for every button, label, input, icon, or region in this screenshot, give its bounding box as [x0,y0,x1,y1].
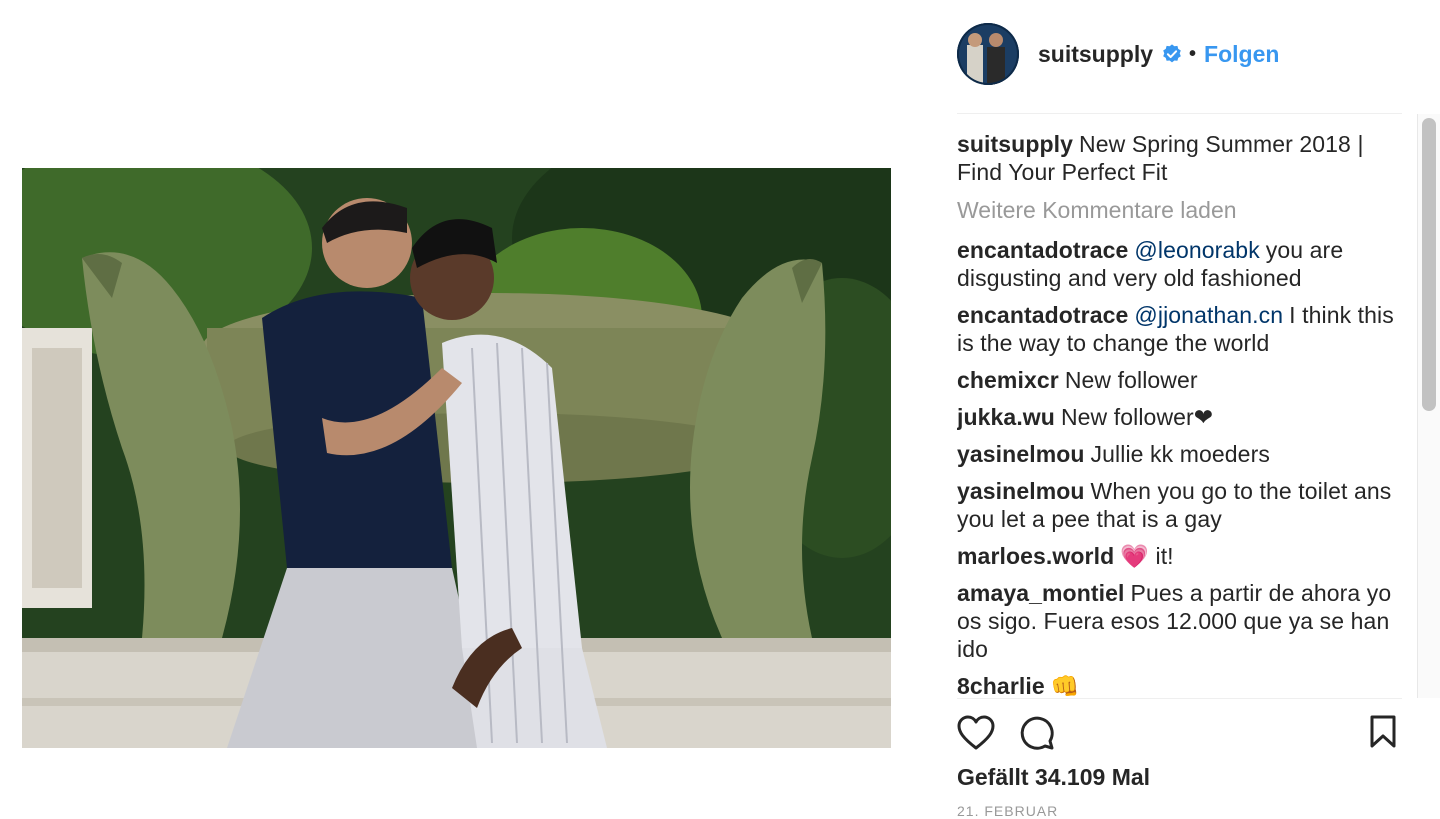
follow-button[interactable]: Folgen [1204,41,1279,68]
post-actions [957,714,1402,756]
header-separator: • [1189,42,1197,65]
post-header: suitsupply • Folgen [957,22,1402,86]
verified-badge-icon [1161,43,1183,65]
header-username[interactable]: suitsupply [1038,41,1153,68]
comment-item: 8charlie 👊 [957,672,1397,698]
comment-username[interactable]: encantadotrace [957,302,1128,328]
comment-mention[interactable]: @jjonathan.cn [1134,302,1283,328]
post-photo[interactable] [22,168,891,748]
avatar[interactable] [957,23,1019,85]
comment-item: chemixcr New follower [957,366,1397,394]
comment-text: 💗 it! [1120,543,1174,569]
comment-bubble-icon[interactable] [1019,715,1055,756]
comment-username[interactable]: encantadotrace [957,237,1128,263]
caption-username[interactable]: suitsupply [957,131,1073,157]
comment-username[interactable]: yasinelmou [957,441,1085,467]
comment-username[interactable]: marloes.world [957,543,1114,569]
comment-text: 👊 [1050,673,1080,698]
comments-scrollbar-thumb[interactable] [1422,118,1436,411]
comment-text: Jullie kk moeders [1090,441,1270,467]
actions-divider [957,698,1402,699]
comment-item: encantadotrace @leonorabk you are disgusti… [957,236,1397,292]
comment-username[interactable]: 8charlie [957,673,1045,698]
comment-username[interactable]: jukka.wu [957,404,1055,430]
comment-text: New follower❤ [1060,404,1214,430]
comment-text: New follower [1064,367,1198,393]
comment-item: yasinelmou When you go to the toilet ans … [957,477,1397,533]
comment-item: yasinelmou Jullie kk moeders [957,440,1397,468]
bookmark-icon[interactable] [1369,715,1397,754]
post-photo-illustration [22,168,891,748]
post-caption: suitsupply New Spring Summer 2018 | Find … [957,130,1397,186]
load-more-comments-button[interactable]: Weitere Kommentare laden [957,196,1397,224]
header-divider [957,113,1402,114]
comments-list[interactable]: suitsupply New Spring Summer 2018 | Find … [957,130,1397,698]
likes-count[interactable]: Gefällt 34.109 Mal [957,764,1150,791]
comment-item: jukka.wu New follower❤ [957,403,1397,431]
comment-username[interactable]: chemixcr [957,367,1059,393]
comment-mention[interactable]: @leonorabk [1134,237,1259,263]
comment-username[interactable]: yasinelmou [957,478,1085,504]
comment-username[interactable]: amaya_montiel [957,580,1125,606]
comment-item: marloes.world 💗 it! [957,542,1397,570]
comment-item: encantadotrace @jjonathan.cn I think this … [957,301,1397,357]
heart-icon[interactable] [957,715,995,756]
comment-item: amaya_montiel Pues a partir de ahora yo o… [957,579,1397,663]
post-date: 21. FEBRUAR [957,803,1059,819]
